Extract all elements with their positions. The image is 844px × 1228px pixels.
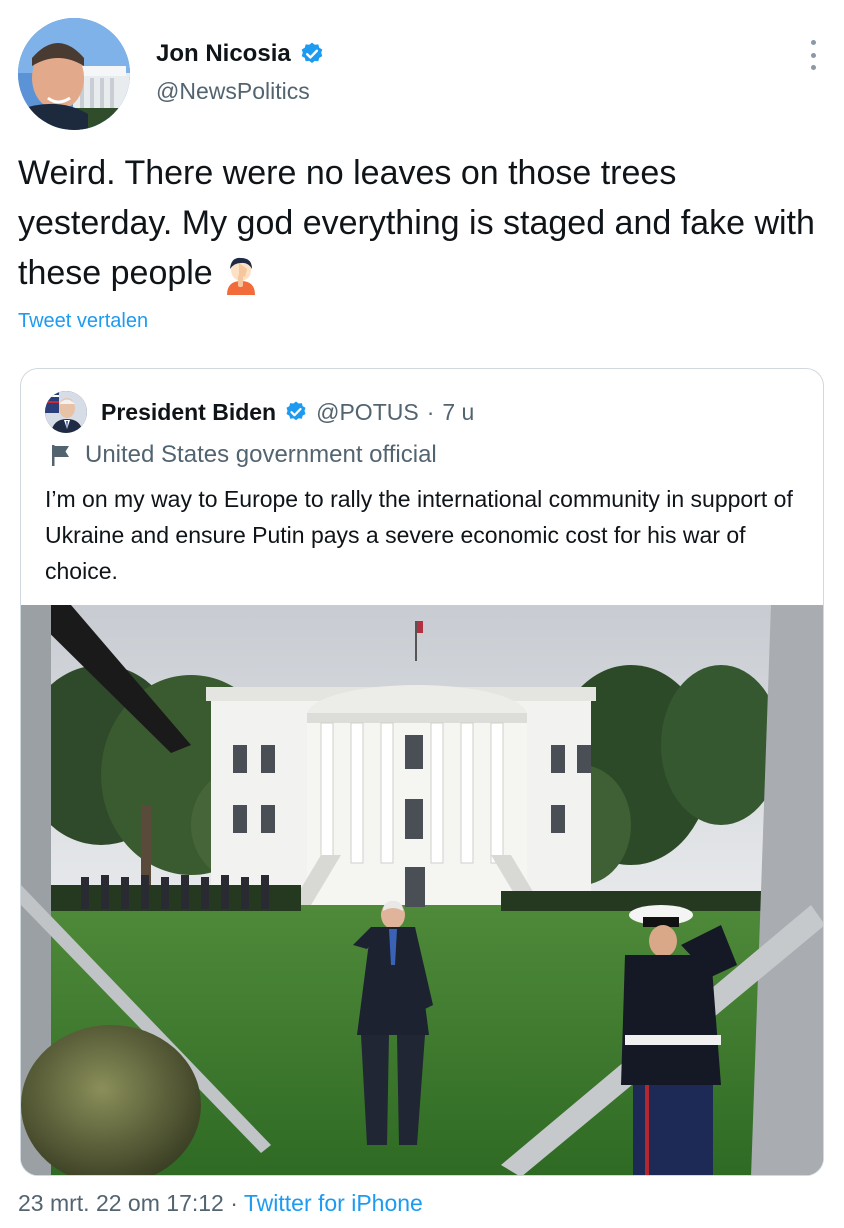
tweet-source-link[interactable]: Twitter for iPhone: [244, 1190, 423, 1216]
author-handle[interactable]: @NewsPolitics: [156, 78, 325, 105]
person-facepalming-icon: [226, 257, 255, 296]
quoted-tweet[interactable]: President Biden @POTUS · 7 u United Stat…: [20, 368, 824, 1176]
white-house-photo[interactable]: [21, 605, 823, 1175]
flag-icon: [52, 445, 69, 466]
tweet-text: Weird. There were no leaves on those tre…: [18, 154, 815, 292]
meta-separator: ·: [223, 1190, 244, 1216]
more-options-icon[interactable]: [806, 40, 820, 70]
author-info: Jon Nicosia @NewsPolitics: [156, 40, 325, 105]
verified-badge-icon: [286, 401, 306, 421]
tweet-meta: 23 mrt. 22 om 17:12 · Twitter for iPhone: [18, 1190, 423, 1217]
government-label: United States government official: [49, 441, 437, 469]
quoted-author-handle[interactable]: @POTUS: [316, 399, 419, 426]
author-name[interactable]: Jon Nicosia: [156, 40, 291, 68]
tweet-timestamp[interactable]: 23 mrt. 22 om 17:12: [18, 1190, 224, 1216]
verified-badge-icon: [301, 42, 323, 63]
separator-dot: ·: [426, 398, 435, 425]
author-avatar[interactable]: [18, 18, 130, 130]
tweet-body: Weird. There were no leaves on those tre…: [18, 148, 818, 298]
quoted-header: President Biden @POTUS · 7 u: [45, 391, 474, 433]
government-label-text: United States government official: [85, 441, 437, 468]
quoted-avatar[interactable]: [45, 391, 87, 433]
quoted-text: I’m on my way to Europe to rally the int…: [45, 486, 793, 584]
quoted-author-name[interactable]: President Biden: [101, 399, 276, 426]
translate-link[interactable]: Tweet vertalen: [18, 310, 148, 333]
tweet-header: Jon Nicosia @NewsPolitics: [18, 18, 826, 134]
quoted-timestamp[interactable]: 7 u: [442, 399, 474, 426]
